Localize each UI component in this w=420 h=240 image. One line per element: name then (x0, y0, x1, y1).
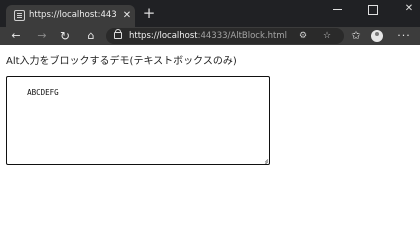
resize-handle-icon[interactable] (262, 157, 268, 163)
tracking-prevention-icon[interactable]: ⚙ (297, 30, 309, 42)
tab-bar: https://localhost:44333/AltBlock ✕ + ✕ (0, 0, 420, 27)
minimize-icon (332, 9, 342, 10)
browser-tab[interactable]: https://localhost:44333/AltBlock ✕ (6, 5, 135, 27)
tab-title: https://localhost:44333/AltBlock (29, 10, 117, 20)
page-content: Alt入力をブロックするデモ(テキストボックスのみ) ABCDEFG (0, 45, 420, 207)
browser-toolbar: ← → ↻ ⌂ https://localhost:44333/AltBlock… (0, 27, 420, 45)
profile-avatar[interactable] (371, 30, 383, 42)
window-close-button[interactable]: ✕ (400, 2, 418, 16)
minimize-button[interactable] (328, 2, 346, 16)
text-box[interactable]: ABCDEFG (6, 76, 270, 165)
address-bar[interactable]: https://localhost:44333/AltBlock.html ⚙ … (106, 28, 344, 44)
text-box-value: ABCDEFG (27, 88, 59, 97)
lock-icon[interactable] (114, 29, 122, 39)
address-url[interactable]: https://localhost:44333/AltBlock.html (129, 30, 287, 42)
maximize-button[interactable] (364, 2, 382, 16)
page-heading: Alt入力をブロックするデモ(テキストボックスのみ) (6, 56, 237, 67)
maximize-icon (368, 5, 378, 15)
new-tab-button[interactable]: + (142, 6, 156, 21)
more-menu-icon[interactable]: ··· (397, 29, 411, 43)
reload-button[interactable]: ↻ (58, 29, 72, 43)
forward-button[interactable]: → (35, 29, 49, 43)
add-favorite-icon[interactable]: ☆ (321, 30, 333, 42)
back-button[interactable]: ← (9, 29, 23, 43)
tab-close-icon[interactable]: ✕ (121, 9, 133, 22)
url-path: :44333/AltBlock.html (197, 31, 287, 41)
page-favicon-icon (14, 10, 25, 21)
favorites-icon[interactable]: ✩ (349, 29, 363, 43)
home-button[interactable]: ⌂ (84, 29, 98, 43)
url-host: https://localhost (129, 31, 198, 41)
